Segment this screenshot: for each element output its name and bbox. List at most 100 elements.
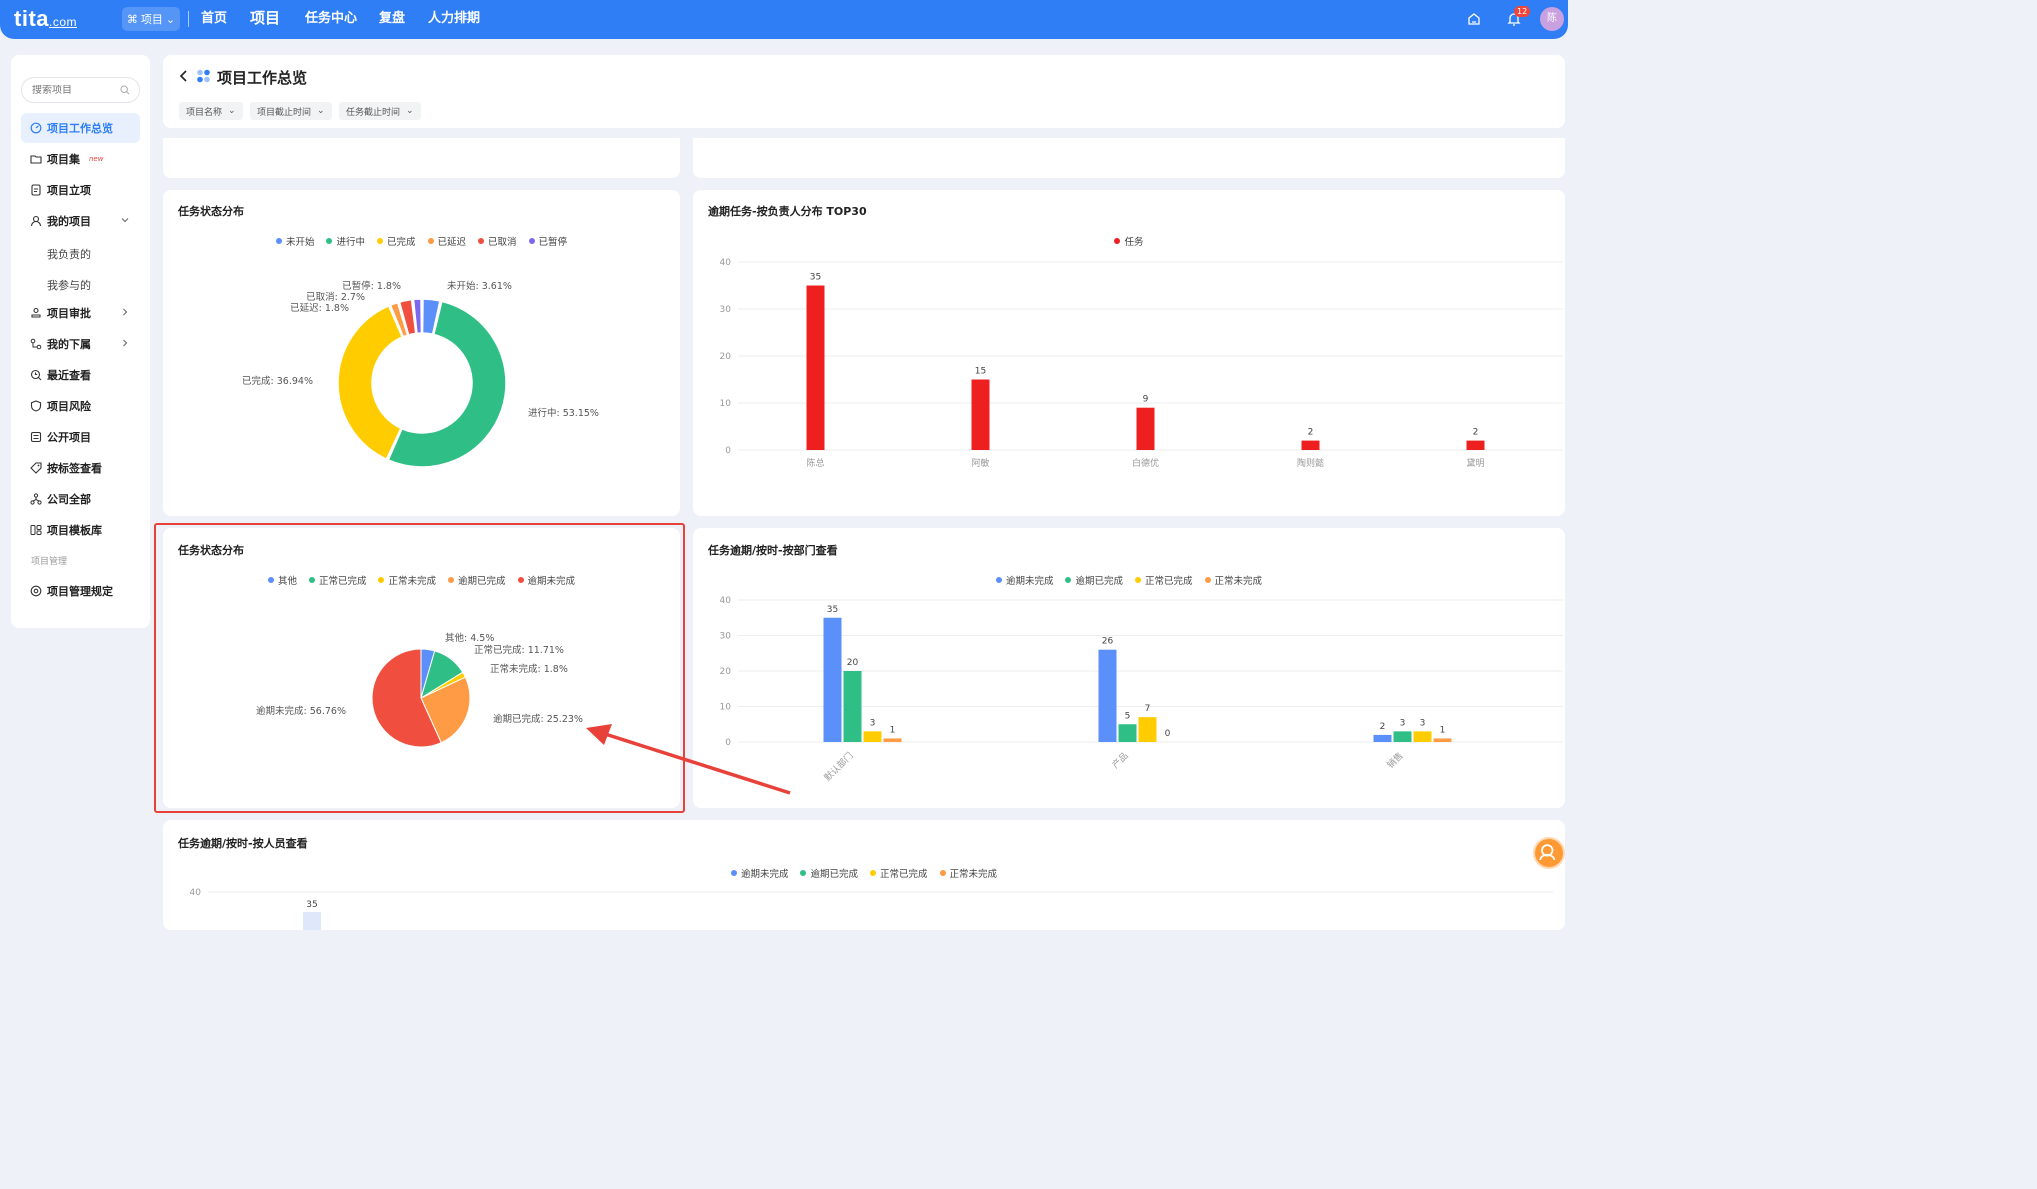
sidebar-item-company-all[interactable]: 公司全部 <box>21 484 140 514</box>
sidebar-item-label: 最近查看 <box>47 369 91 382</box>
recent-icon <box>30 369 42 381</box>
chevron-down-icon: ⌄ <box>228 106 236 116</box>
page-title: 项目工作总览 <box>217 69 308 87</box>
bar-value-label: 0 <box>1165 729 1171 739</box>
chart-card-overdue-by-owner: 逾期任务-按负责人分布 TOP30 任务 0 10 20 30 40 35 陈总 15 阿敏 9 白… <box>693 190 1565 516</box>
app-logo[interactable]: tita.com <box>14 6 77 32</box>
bar-value-label: 1 <box>890 725 896 735</box>
bar <box>971 379 990 450</box>
home-icon[interactable] <box>1466 11 1482 27</box>
x-tick-label: 销售 <box>1384 750 1405 771</box>
filter-label: 任务截止时间 <box>346 107 401 118</box>
highlight-box <box>154 523 685 813</box>
x-tick-label: 陶则懿 <box>1297 457 1324 469</box>
nav-review[interactable]: 复盘 <box>379 0 405 39</box>
sidebar-item-public[interactable]: 公开项目 <box>21 422 140 452</box>
slice-label: 进行中: 53.15% <box>528 407 599 419</box>
sidebar-item-project-init[interactable]: 项目立项 <box>21 175 140 205</box>
list-icon <box>30 431 42 443</box>
bar <box>1393 731 1412 742</box>
sidebar-item-approval[interactable]: 项目审批 <box>21 298 140 328</box>
gauge-icon <box>30 122 42 134</box>
sidebar-item-label: 我的下属 <box>47 338 91 351</box>
y-tick-label: 30 <box>720 632 732 642</box>
search-input[interactable] <box>32 85 122 96</box>
search-icon[interactable] <box>120 85 130 95</box>
module-switch-button[interactable]: ⌘ 项目 ⌄ <box>122 7 180 31</box>
bar-value-label: 35 <box>306 900 317 910</box>
donut-chart: 未开始: 3.61% 进行中: 53.15% 已完成: 36.94% 已延迟: 1.8… <box>242 280 599 468</box>
bar-value-label: 7 <box>1145 704 1151 714</box>
sidebar-item-label: 项目审批 <box>47 307 91 320</box>
scrolled-card-bottom <box>693 138 1565 178</box>
nav-home[interactable]: 首页 <box>201 0 227 39</box>
company-icon <box>30 493 42 505</box>
bar-chart: 0 10 20 30 40 35 陈总 15 阿敏 9 白德优 2 陶则懿 2 黛明 <box>720 258 1563 469</box>
bar <box>843 671 862 742</box>
chart-card-by-department: 任务逾期/按时-按部门查看 逾期未完成 逾期已完成 正常已完成 正常未完成 0 10 20… <box>693 528 1565 808</box>
chevron-down-icon[interactable] <box>120 215 130 225</box>
slice-label: 已取消: 2.7% <box>306 291 365 303</box>
sidebar-item-label: 项目模板库 <box>47 524 102 537</box>
bar <box>1466 440 1485 450</box>
chevron-down-icon: ⌄ <box>317 106 325 116</box>
x-tick-label: 阿敏 <box>971 457 989 469</box>
avatar[interactable]: 陈 <box>1540 7 1564 31</box>
y-tick-label: 30 <box>720 305 732 315</box>
sidebar-item-rules[interactable]: 项目管理规定 <box>21 576 140 606</box>
y-tick-label: 20 <box>720 667 732 677</box>
doc-icon <box>31 184 41 196</box>
sidebar-subitem-my-responsible[interactable]: 我负责的 <box>47 246 91 262</box>
chart-card-by-person: 任务逾期/按时-按人员查看 逾期未完成 逾期已完成 正常已完成 正常未完成 40 35 <box>163 820 1565 930</box>
sidebar-item-label: 项目管理规定 <box>47 585 113 598</box>
chevron-right-icon[interactable] <box>120 338 130 348</box>
sidebar-item-project-set[interactable]: 项目集 new <box>21 144 140 174</box>
bar <box>1098 649 1117 742</box>
chevron-right-icon[interactable] <box>120 307 130 317</box>
y-tick-label: 40 <box>190 888 202 898</box>
new-tag: new <box>89 155 104 163</box>
bar-value-label: 35 <box>827 605 838 615</box>
bar-value-label: 9 <box>1143 395 1149 405</box>
bar <box>1138 717 1157 742</box>
chevron-down-icon: ⌄ <box>406 106 414 116</box>
pie-slice <box>337 304 404 461</box>
slice-label: 已完成: 36.94% <box>242 375 313 387</box>
sidebar-item-recent[interactable]: 最近查看 <box>21 360 140 390</box>
sidebar-item-by-tag[interactable]: 按标签查看 <box>21 453 140 483</box>
bar-value-label: 26 <box>1102 637 1114 647</box>
bar <box>1373 734 1392 742</box>
sidebar: 项目工作总览 项目集 new 项目立项 我的项目 我负责的 我参与的 项目审批 … <box>11 55 150 628</box>
sidebar-section-label: 项目管理 <box>31 557 68 567</box>
grouped-bar-chart: 40 35 <box>190 888 1553 930</box>
grid-icon: ⌘ <box>126 12 138 26</box>
filter-project-deadline[interactable]: 项目截止时间 ⌄ <box>250 102 332 120</box>
template-icon <box>30 525 42 535</box>
grouped-bar-chart: 0 10 20 30 40 35 20 3 1 默认部门 26 5 7 0 产品 2 3 3 1 销售 <box>720 596 1563 784</box>
sidebar-item-subordinates[interactable]: 我的下属 <box>21 329 140 359</box>
y-tick-label: 0 <box>725 446 731 456</box>
filter-task-deadline[interactable]: 任务截止时间 ⌄ <box>339 102 421 120</box>
bar-value-label: 35 <box>810 273 821 283</box>
bar <box>1118 724 1137 742</box>
sidebar-subitem-my-participated[interactable]: 我参与的 <box>47 277 91 293</box>
slice-label: 未开始: 3.61% <box>447 280 512 292</box>
back-arrow-icon[interactable] <box>179 70 189 82</box>
customer-service-icon[interactable] <box>1533 837 1565 869</box>
bar <box>1413 731 1432 742</box>
sidebar-item-overview[interactable]: 项目工作总览 <box>21 113 140 143</box>
sidebar-item-my-projects[interactable]: 我的项目 <box>21 206 140 236</box>
sidebar-item-templates[interactable]: 项目模板库 <box>21 515 140 545</box>
filter-project-name[interactable]: 项目名称 ⌄ <box>179 102 243 120</box>
chart-card-task-status: 任务状态分布 未开始 进行中 已完成 已延迟 已取消 已暂停 未开始: 3.61% 进行中:… <box>163 190 680 516</box>
folder-icon <box>30 155 42 164</box>
nav-project[interactable]: 项目 <box>250 0 280 39</box>
nav-workforce-schedule[interactable]: 人力排期 <box>428 0 480 39</box>
org-icon <box>30 338 42 350</box>
x-tick-label: 陈总 <box>806 457 824 469</box>
nav-task-center[interactable]: 任务中心 <box>305 0 357 39</box>
sidebar-item-risk[interactable]: 项目风险 <box>21 391 140 421</box>
bar-value-label: 2 <box>1380 722 1386 732</box>
approval-icon <box>31 307 41 318</box>
bar-value-label: 3 <box>1400 718 1406 728</box>
